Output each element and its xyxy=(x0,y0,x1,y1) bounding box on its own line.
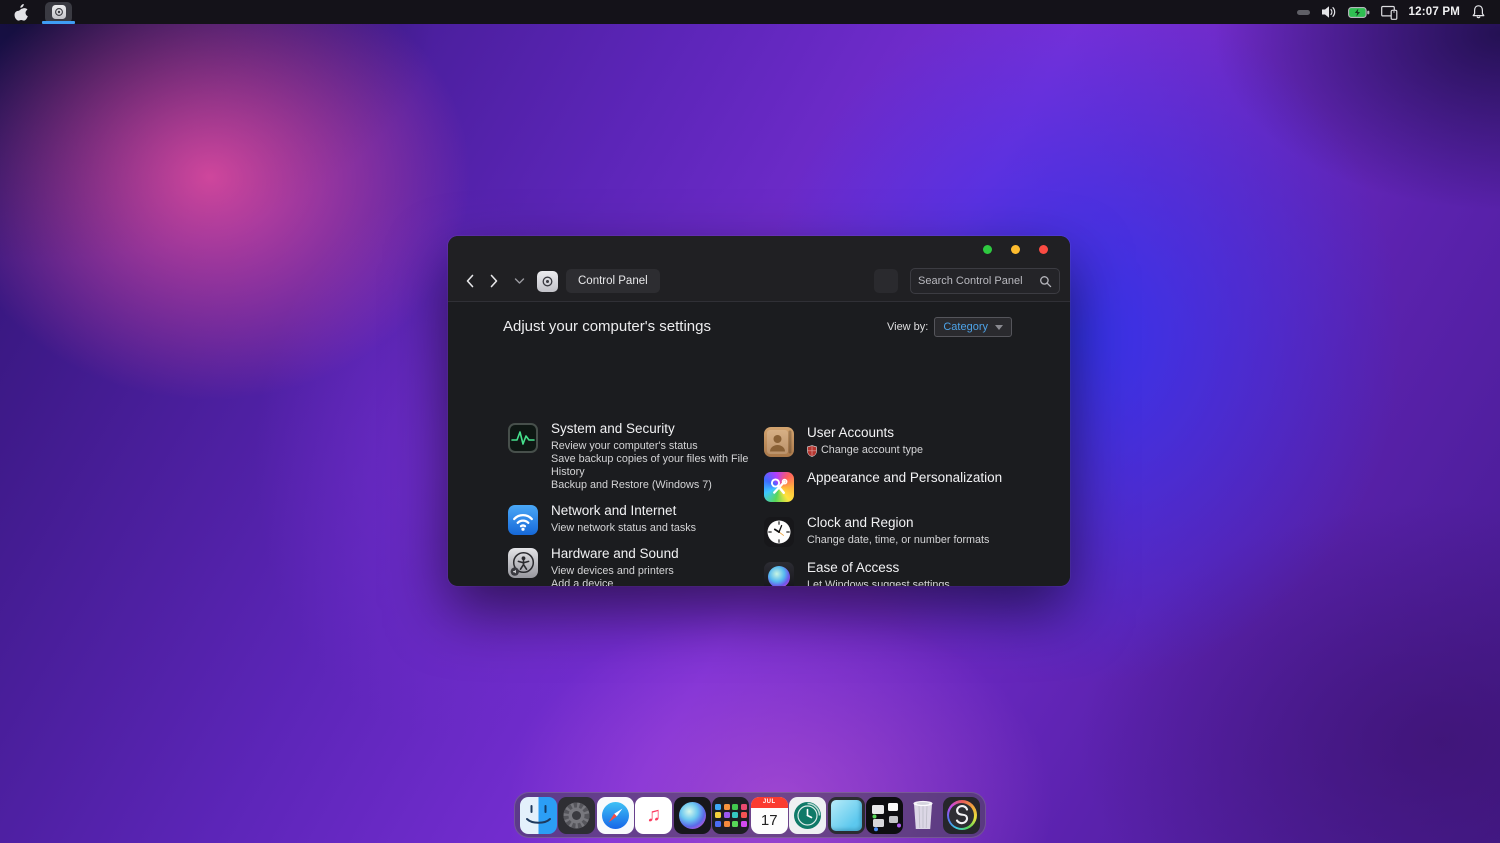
sticky-note xyxy=(831,800,862,831)
connected-devices-icon[interactable] xyxy=(1381,5,1398,20)
ease-of-access-icon[interactable] xyxy=(764,562,794,586)
dock: ♫ JUL 17 xyxy=(514,792,986,838)
view-by-value: Category xyxy=(943,321,988,333)
view-by-dropdown[interactable]: Category xyxy=(934,317,1012,337)
page-title: Adjust your computer's settings xyxy=(503,318,711,335)
task-link[interactable]: Review your computer's status xyxy=(551,440,764,453)
mission-control-icon[interactable] xyxy=(866,797,903,834)
hardware-sound-icon[interactable] xyxy=(508,548,538,578)
launchpad-icon[interactable] xyxy=(712,797,749,834)
task-link[interactable]: View devices and printers xyxy=(551,565,739,578)
category-column-left: System and Security Review your computer… xyxy=(508,420,764,586)
task-link[interactable]: View network status and tasks xyxy=(551,522,696,535)
calendar-day: 17 xyxy=(751,808,788,834)
uac-shield-icon xyxy=(807,445,817,457)
theme-logo-icon[interactable] xyxy=(943,797,980,834)
active-app-indicator xyxy=(42,21,75,24)
category-title[interactable]: User Accounts xyxy=(807,424,923,441)
category-appearance-personalization: Appearance and Personalization xyxy=(764,469,1034,502)
menu-bar-clock[interactable]: 12:07 PM xyxy=(1409,6,1460,18)
category-clock-region: Clock and Region Change date, time, or n… xyxy=(764,514,1034,547)
control-panel-window: Control Panel Adjust xyxy=(448,236,1070,586)
category-system-security: System and Security Review your computer… xyxy=(508,420,764,492)
rainbow-ring xyxy=(947,800,977,830)
category-ease-of-access: Ease of Access Let Windows suggest setti… xyxy=(764,559,1034,586)
clock-region-icon[interactable] xyxy=(764,517,794,547)
category-title[interactable]: Clock and Region xyxy=(807,514,989,531)
category-column-right: User Accounts Change account type xyxy=(764,424,1034,586)
desktop-wallpaper: 12:07 PM xyxy=(0,0,1500,843)
system-security-icon[interactable] xyxy=(508,423,538,453)
siri-orb xyxy=(768,566,790,586)
system-preferences-icon[interactable] xyxy=(558,797,595,834)
user-accounts-icon[interactable] xyxy=(764,427,794,457)
window-minimize-button[interactable] xyxy=(1011,245,1020,254)
task-link-label: Change account type xyxy=(821,444,923,457)
toolbar-blank-button[interactable] xyxy=(874,269,898,293)
category-title[interactable]: Hardware and Sound xyxy=(551,545,739,562)
calendar-icon[interactable]: JUL 17 xyxy=(751,797,788,834)
music-note-glyph: ♫ xyxy=(646,805,661,825)
category-title[interactable]: System and Security xyxy=(551,420,764,437)
category-network-internet: Network and Internet View network status… xyxy=(508,502,764,535)
hidden-items-icon[interactable] xyxy=(1297,10,1310,15)
control-panel-app-icon xyxy=(52,5,66,19)
recent-pages-chevron-icon[interactable] xyxy=(514,277,525,285)
window-zoom-button[interactable] xyxy=(983,245,992,254)
back-button[interactable] xyxy=(458,269,482,293)
category-user-accounts: User Accounts Change account type xyxy=(764,424,1034,457)
network-internet-icon[interactable] xyxy=(508,505,538,535)
window-header: Control Panel xyxy=(448,236,1070,302)
task-link[interactable]: Let Windows suggest settings xyxy=(807,579,950,586)
window-close-button[interactable] xyxy=(1039,245,1048,254)
task-link[interactable]: Add a device xyxy=(551,578,739,586)
category-title[interactable]: Ease of Access xyxy=(807,559,950,576)
siri-icon[interactable] xyxy=(674,797,711,834)
address-breadcrumb[interactable]: Control Panel xyxy=(566,269,660,293)
control-panel-content: Adjust your computer's settings View by:… xyxy=(448,302,1070,585)
stickies-icon[interactable] xyxy=(828,797,865,834)
time-machine-icon[interactable] xyxy=(789,797,826,834)
apple-logo-icon[interactable] xyxy=(14,4,29,21)
active-app-control-panel[interactable] xyxy=(45,2,72,23)
task-link-with-shield[interactable]: Change account type xyxy=(807,444,923,457)
chevron-down-icon xyxy=(995,325,1003,330)
forward-button[interactable] xyxy=(482,269,506,293)
finder-icon[interactable] xyxy=(520,797,557,834)
category-title[interactable]: Network and Internet xyxy=(551,502,696,519)
window-toolbar: Control Panel xyxy=(448,262,1070,300)
task-link[interactable]: Save backup copies of your files with Fi… xyxy=(551,453,764,479)
music-icon[interactable]: ♫ xyxy=(635,797,672,834)
appearance-personalization-icon[interactable] xyxy=(764,472,794,502)
search-icon xyxy=(1039,275,1052,288)
category-hardware-sound: Hardware and Sound View devices and prin… xyxy=(508,545,764,586)
notifications-bell-icon[interactable] xyxy=(1471,4,1486,20)
task-link[interactable]: Change date, time, or number formats xyxy=(807,534,989,547)
calendar-month: JUL xyxy=(751,797,788,808)
category-title[interactable]: Appearance and Personalization xyxy=(807,469,1002,486)
search-box xyxy=(910,268,1060,294)
search-input[interactable] xyxy=(918,275,1039,287)
siri-orb xyxy=(679,802,706,829)
view-by-label: View by: xyxy=(887,321,928,333)
volume-icon[interactable] xyxy=(1321,5,1337,19)
safari-icon[interactable] xyxy=(597,797,634,834)
trash-icon[interactable] xyxy=(905,797,942,834)
address-app-icon xyxy=(537,271,558,292)
task-link[interactable]: Backup and Restore (Windows 7) xyxy=(551,479,764,492)
battery-charging-icon[interactable] xyxy=(1348,6,1370,19)
menu-bar: 12:07 PM xyxy=(0,0,1500,24)
